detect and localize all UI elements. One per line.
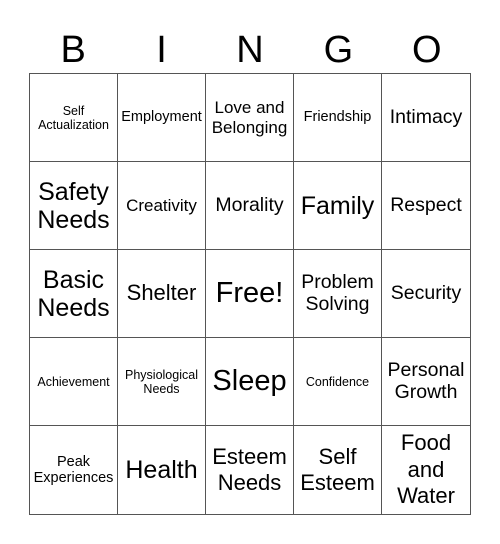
- bingo-cell[interactable]: Sleep: [206, 338, 294, 426]
- bingo-cell[interactable]: Family: [294, 162, 382, 250]
- bingo-cell[interactable]: Shelter: [118, 250, 206, 338]
- bingo-cell[interactable]: Safety Needs: [30, 162, 118, 250]
- bingo-cell[interactable]: Friendship: [294, 74, 382, 162]
- bingo-cell[interactable]: Morality: [206, 162, 294, 250]
- bingo-cell[interactable]: Love and Belonging: [206, 74, 294, 162]
- bingo-cell[interactable]: Esteem Needs: [206, 426, 294, 514]
- bingo-header: B I N G O: [29, 28, 471, 72]
- header-letter-g: G: [323, 29, 354, 71]
- bingo-cell[interactable]: Self Actualization: [30, 74, 118, 162]
- bingo-cell[interactable]: Confidence: [294, 338, 382, 426]
- bingo-cell[interactable]: Respect: [382, 162, 470, 250]
- bingo-cell[interactable]: Peak Experiences: [30, 426, 118, 514]
- header-letter-n: N: [236, 29, 264, 71]
- bingo-grid: Self Actualization Employment Love and B…: [29, 73, 471, 515]
- bingo-cell[interactable]: Basic Needs: [30, 250, 118, 338]
- bingo-cell[interactable]: Employment: [118, 74, 206, 162]
- bingo-cell[interactable]: Creativity: [118, 162, 206, 250]
- bingo-cell[interactable]: Security: [382, 250, 470, 338]
- bingo-cell[interactable]: Problem Solving: [294, 250, 382, 338]
- header-letter-o: O: [411, 29, 442, 71]
- header-letter-i: I: [156, 29, 167, 71]
- bingo-cell[interactable]: Personal Growth: [382, 338, 470, 426]
- header-letter-b: B: [60, 29, 86, 71]
- bingo-cell[interactable]: Intimacy: [382, 74, 470, 162]
- bingo-cell[interactable]: Physiological Needs: [118, 338, 206, 426]
- bingo-cell[interactable]: Food and Water: [382, 426, 470, 514]
- bingo-cell[interactable]: Self Esteem: [294, 426, 382, 514]
- bingo-cell[interactable]: Health: [118, 426, 206, 514]
- free-space-cell[interactable]: Free!: [206, 250, 294, 338]
- bingo-cell[interactable]: Achievement: [30, 338, 118, 426]
